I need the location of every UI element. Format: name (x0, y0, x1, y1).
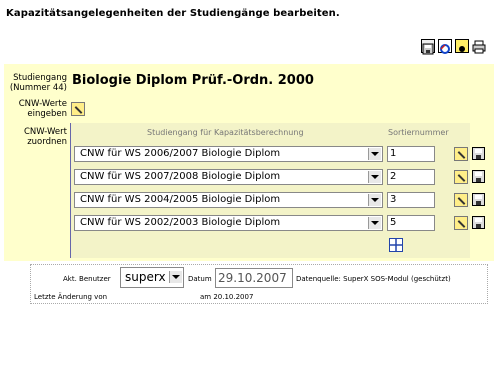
save-row-icon[interactable] (472, 147, 485, 160)
label-cnw-wert: CNW-Wert zuordnen (23, 127, 67, 147)
date-label: Datum (188, 275, 212, 283)
header-program: Studiengang für Kapazitätsberechnung (147, 128, 304, 137)
user-select[interactable]: superx (120, 267, 184, 288)
edit-row-button[interactable] (454, 170, 468, 184)
program-select[interactable]: CNW für WS 2004/2005 Biologie Diplom (74, 192, 383, 208)
last-change-label: Letzte Änderung von (34, 293, 108, 301)
table-divider (70, 123, 71, 258)
edit-row-button[interactable] (454, 147, 468, 161)
last-change-date: am 20.10.2007 (200, 293, 254, 301)
chevron-down-icon[interactable] (368, 171, 381, 183)
assignment-table (70, 123, 470, 258)
sort-number-input[interactable]: 3 (387, 192, 435, 208)
data-source: Datenquelle: SuperX SOS-Modul (geschützt… (296, 275, 451, 283)
sort-number-input[interactable]: 1 (387, 146, 435, 162)
sort-number-input[interactable]: 5 (387, 215, 435, 231)
save-row-icon[interactable] (472, 216, 485, 229)
program-select[interactable]: CNW für WS 2006/2007 Biologie Diplom (74, 146, 383, 162)
print-icon[interactable] (472, 39, 486, 54)
add-row-icon[interactable] (389, 237, 403, 252)
record-icon[interactable] (455, 39, 469, 53)
edit-cnw-werte-button[interactable] (71, 102, 85, 116)
chevron-down-icon[interactable] (368, 148, 381, 160)
save-row-icon[interactable] (472, 193, 485, 206)
chevron-down-icon[interactable] (368, 194, 381, 206)
edit-row-button[interactable] (454, 193, 468, 207)
chevron-down-icon[interactable] (169, 271, 182, 283)
program-select[interactable]: CNW für WS 2002/2003 Biologie Diplom (74, 215, 383, 231)
program-select[interactable]: CNW für WS 2007/2008 Biologie Diplom (74, 169, 383, 185)
label-studiengang: Studiengang (Nummer 44) (9, 73, 67, 93)
date-input[interactable]: 29.10.2007 (215, 268, 293, 288)
sort-number-input[interactable]: 2 (387, 169, 435, 185)
page-title: Kapazitätsangelegenheiten der Studiengän… (6, 8, 340, 19)
edit-row-button[interactable] (454, 216, 468, 230)
user-label: Akt. Benutzer (63, 275, 111, 283)
program-title: Biologie Diplom Prüf.-Ordn. 2000 (72, 73, 314, 88)
label-cnw-werte: CNW-Werte eingeben (18, 99, 67, 119)
save-row-icon[interactable] (472, 170, 485, 183)
refresh-icon[interactable] (438, 39, 452, 54)
save-icon[interactable] (421, 39, 435, 55)
chevron-down-icon[interactable] (368, 217, 381, 229)
header-sort: Sortiernummer (388, 128, 449, 137)
